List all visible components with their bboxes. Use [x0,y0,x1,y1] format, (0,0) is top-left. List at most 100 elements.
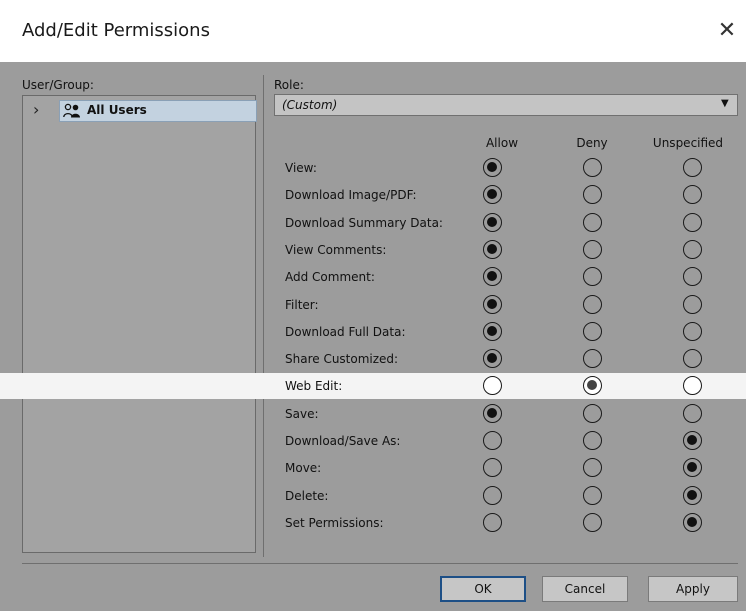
permission-row: Download Full Data: [0,319,746,345]
permission-label: Web Edit: [285,379,343,393]
radio-allow[interactable] [483,349,502,368]
title-bar: Add/Edit Permissions ✕ [0,0,746,62]
radio-selected-dot [487,408,497,418]
radio-unspecified[interactable] [683,431,702,450]
radio-deny[interactable] [583,267,602,286]
radio-unspecified[interactable] [683,458,702,477]
permission-label: Delete: [285,489,329,503]
radio-selected-dot [487,189,497,199]
radio-unspecified[interactable] [683,240,702,259]
cancel-button[interactable]: Cancel [542,576,628,602]
radio-allow[interactable] [483,458,502,477]
footer-separator [22,563,738,564]
radio-deny[interactable] [583,295,602,314]
permission-label: View: [285,161,317,175]
role-dropdown[interactable]: (Custom) ▼ [274,94,738,116]
permission-row: Share Customized: [0,346,746,372]
users-icon [63,103,80,118]
radio-selected-dot [587,380,597,390]
radio-selected-dot [487,299,497,309]
radio-selected-dot [687,517,697,527]
dropdown-arrow-icon: ▼ [721,98,729,109]
permission-label: Move: [285,461,322,475]
radio-unspecified[interactable] [683,158,702,177]
add-edit-permissions-dialog: Add/Edit Permissions ✕ User/Group: › All… [0,0,746,611]
permission-row: Save: [0,401,746,427]
radio-allow[interactable] [483,376,502,395]
radio-deny[interactable] [583,213,602,232]
radio-allow[interactable] [483,213,502,232]
radio-allow[interactable] [483,267,502,286]
permission-label: Download Summary Data: [285,216,443,230]
radio-selected-dot [487,217,497,227]
radio-unspecified[interactable] [683,486,702,505]
radio-deny[interactable] [583,185,602,204]
radio-unspecified[interactable] [683,404,702,423]
permission-label: Set Permissions: [285,516,384,530]
radio-unspecified[interactable] [683,322,702,341]
chevron-right-icon[interactable]: › [33,102,47,118]
dialog-title: Add/Edit Permissions [22,20,210,41]
radio-allow[interactable] [483,513,502,532]
permission-row: Move: [0,455,746,481]
radio-allow[interactable] [483,322,502,341]
permission-row: Delete: [0,483,746,509]
column-header-deny: Deny [576,136,608,150]
radio-deny[interactable] [583,458,602,477]
radio-unspecified[interactable] [683,295,702,314]
radio-unspecified[interactable] [683,213,702,232]
radio-unspecified[interactable] [683,376,702,395]
radio-deny[interactable] [583,404,602,423]
user-group-label: User/Group: [22,78,94,92]
radio-selected-dot [487,353,497,363]
column-header-allow: Allow [485,136,519,150]
radio-selected-dot [487,162,497,172]
radio-selected-dot [487,271,497,281]
column-header-unspecified: Unspecified [652,136,724,150]
permission-label: Add Comment: [285,270,375,284]
permission-label: View Comments: [285,243,387,257]
radio-deny[interactable] [583,322,602,341]
permission-row: Download Summary Data: [0,210,746,236]
permission-row: View: [0,155,746,181]
radio-allow[interactable] [483,295,502,314]
radio-deny[interactable] [583,431,602,450]
radio-allow[interactable] [483,158,502,177]
radio-allow[interactable] [483,404,502,423]
permission-label: Download Full Data: [285,325,406,339]
radio-allow[interactable] [483,240,502,259]
tree-item-all-users[interactable]: › All Users [29,100,257,122]
radio-unspecified[interactable] [683,267,702,286]
radio-allow[interactable] [483,431,502,450]
apply-button[interactable]: Apply [648,576,738,602]
radio-unspecified[interactable] [683,513,702,532]
radio-selected-dot [687,462,697,472]
radio-selected-dot [687,490,697,500]
permission-row: Web Edit: [0,373,746,399]
permission-label: Save: [285,407,319,421]
radio-allow[interactable] [483,486,502,505]
user-group-name: All Users [87,103,147,117]
radio-deny[interactable] [583,349,602,368]
radio-deny[interactable] [583,158,602,177]
radio-unspecified[interactable] [683,185,702,204]
close-icon[interactable]: ✕ [712,16,742,46]
permission-label: Download/Save As: [285,434,401,448]
permission-row: Download/Save As: [0,428,746,454]
radio-allow[interactable] [483,185,502,204]
radio-unspecified[interactable] [683,349,702,368]
radio-deny[interactable] [583,240,602,259]
permission-label: Filter: [285,298,319,312]
permission-label: Share Customized: [285,352,399,366]
radio-selected-dot [687,435,697,445]
radio-deny[interactable] [583,376,602,395]
role-label: Role: [274,78,304,92]
permission-row: Set Permissions: [0,510,746,536]
permission-row: Add Comment: [0,264,746,290]
radio-deny[interactable] [583,486,602,505]
ok-button[interactable]: OK [440,576,526,602]
role-value: (Custom) [282,98,338,112]
radio-selected-dot [487,326,497,336]
radio-selected-dot [487,244,497,254]
radio-deny[interactable] [583,513,602,532]
